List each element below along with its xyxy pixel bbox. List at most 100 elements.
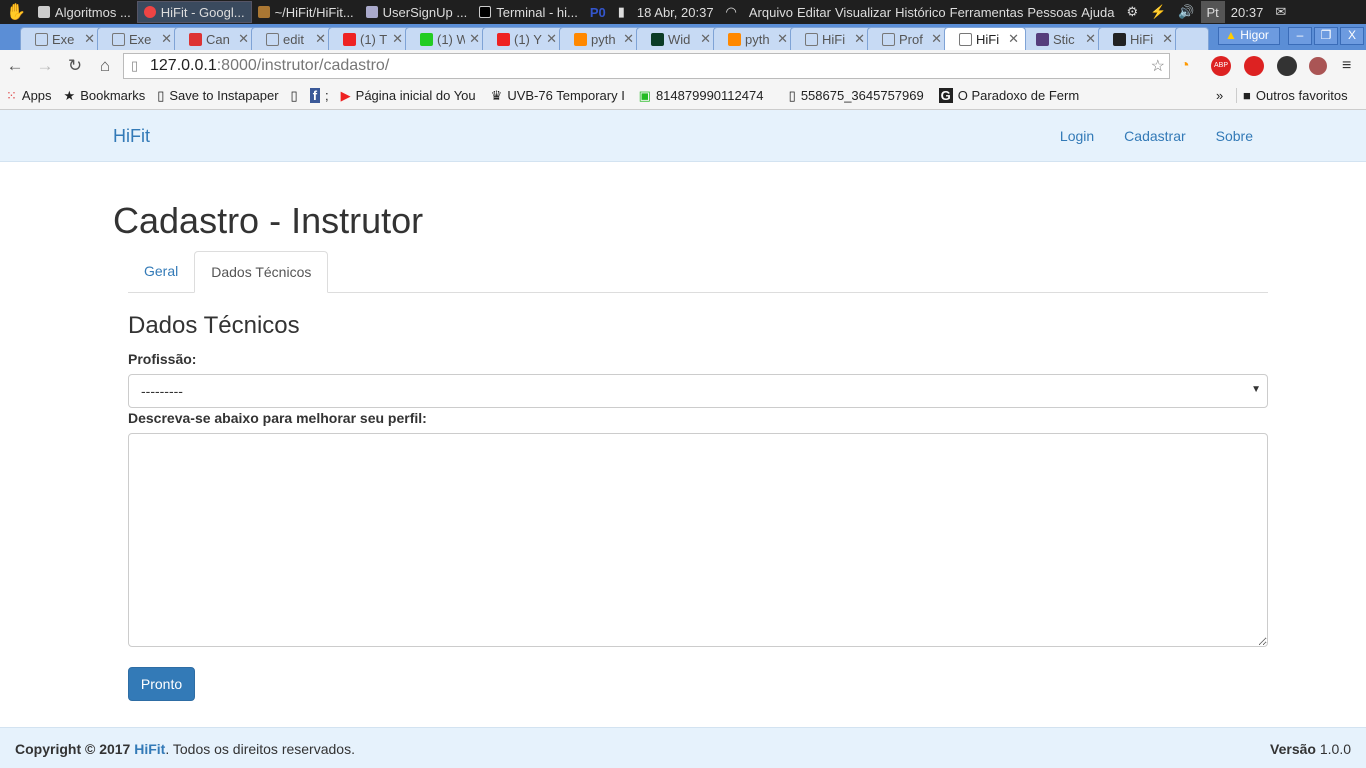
brand-link[interactable]: HiFit [113,126,150,147]
star-icon: ★ [63,87,76,103]
extension-icon[interactable] [1244,56,1264,76]
bookmark-item[interactable]: ▯ Save to Instapaper [151,88,284,104]
address-bar[interactable]: ▯ 127.0.0.1:8000/instrutor/cadastro/ ☆ [123,53,1170,79]
nav-cadastrar[interactable]: Cadastrar [1124,128,1185,144]
bookmark-apps[interactable]: ⁙ Apps [0,88,58,104]
rss-icon[interactable]: ◔ [1180,57,1190,75]
keyboard-layout[interactable]: Pt [1200,1,1225,23]
extension-icon[interactable] [1277,56,1297,76]
profile-button[interactable]: ▲ Higor [1218,27,1280,45]
datetime[interactable]: 18 Abr, 20:37 [631,1,720,23]
power-icon[interactable]: ⚡ [1144,1,1172,23]
bookmark-label: 558675_3645757969 [800,88,924,103]
browser-tab[interactable]: Exe ✕ [20,27,102,50]
nav-login[interactable]: Login [1060,128,1094,144]
browser-tab-active[interactable]: HiFi ✕ [944,27,1026,50]
browser-tab[interactable]: HiFi ✕ [1098,27,1180,50]
workspace-indicator[interactable]: P0 [584,1,612,23]
menu-arquivo[interactable]: Arquivo [749,5,793,20]
bookmark-item[interactable]: ▶ Página inicial do You [335,88,485,104]
submit-button[interactable]: Pronto [128,667,195,701]
taskbar-window[interactable]: Terminal - hi... [473,1,584,23]
profession-select[interactable]: --------- ▼ [128,374,1268,408]
close-tab-icon[interactable]: ✕ [777,31,788,47]
version-number: 1.0.0 [1319,741,1351,757]
browser-tab[interactable]: (1) W✕ [405,27,487,50]
bookmark-star-icon[interactable]: ☆ [1151,56,1165,76]
nav-sobre[interactable]: Sobre [1216,128,1253,144]
taskbar-window[interactable]: Algoritmos ... [32,1,137,23]
bookmark-item[interactable]: ▣ 814879990112474 [633,88,783,104]
browser-tab[interactable]: Stic ✕ [1021,27,1103,50]
menu-visualizar[interactable]: Visualizar [835,5,891,20]
bookmark-item[interactable]: G O Paradoxo de Ferm [933,88,1083,103]
more-bookmarks-chevron[interactable]: » [1216,88,1223,103]
new-tab-button[interactable] [1175,27,1209,50]
browser-tab[interactable]: Exe ✕ [97,27,179,50]
close-window-button[interactable]: X [1340,27,1364,45]
close-tab-icon[interactable]: ✕ [546,31,557,47]
tab-title: pyth [591,31,616,47]
bookmark-item[interactable]: ♛ UVB-76 Temporary I [485,88,633,104]
close-tab-icon[interactable]: ✕ [161,31,172,47]
menu-logo-icon[interactable]: ✋ [0,1,32,23]
bookmark-folder[interactable]: ★ Bookmarks [58,88,152,104]
adblock-icon[interactable]: ABP [1211,56,1231,76]
browser-tab[interactable]: Prof ✕ [867,27,949,50]
site-footer: Copyright © 2017 HiFit. Todos os direito… [0,727,1366,768]
description-textarea[interactable] [128,433,1268,647]
browser-tab[interactable]: HiFi ✕ [790,27,872,50]
close-tab-icon[interactable]: ✕ [700,31,711,47]
window-label: UserSignUp ... [382,4,468,20]
close-tab-icon[interactable]: ✕ [469,31,480,47]
bookmark-item[interactable]: f; [304,88,335,103]
menu-ferramentas[interactable]: Ferramentas [950,5,1024,20]
taskbar-window[interactable]: ~/HiFit/HiFit... [252,1,360,23]
browser-tab[interactable]: Can ✕ [174,27,256,50]
bookmark-item[interactable]: ▯ 558675_3645757969 [783,88,933,104]
menu-ajuda[interactable]: Ajuda [1081,5,1114,20]
bookmark-item[interactable]: ▯ [285,88,304,104]
footer-brand-link[interactable]: HiFit [134,741,165,757]
taskbar-window[interactable]: HiFit - Googl... [136,1,252,23]
browser-tab[interactable]: pyth ✕ [559,27,641,50]
close-tab-icon[interactable]: ✕ [84,31,95,47]
close-tab-icon[interactable]: ✕ [1008,31,1019,47]
github-icon [1113,32,1126,46]
close-tab-icon[interactable]: ✕ [931,31,942,47]
tab-dados-tecnicos[interactable]: Dados Técnicos [194,251,329,293]
menu-pessoas[interactable]: Pessoas [1027,5,1077,20]
browser-tab[interactable]: (1) T ✕ [328,27,410,50]
browser-tab[interactable]: Wid ✕ [636,27,718,50]
volume-icon[interactable]: 🔊 [1172,1,1200,23]
close-tab-icon[interactable]: ✕ [238,31,249,47]
window-label: Terminal - hi... [496,4,578,20]
forward-icon[interactable]: → [30,56,60,76]
close-tab-icon[interactable]: ✕ [1162,31,1173,47]
mail-icon[interactable]: ✉ [1269,1,1292,23]
close-tab-icon[interactable]: ✕ [392,31,403,47]
close-tab-icon[interactable]: ✕ [623,31,634,47]
stackoverflow-icon [728,32,741,46]
menu-historico[interactable]: Histórico [895,5,946,20]
browser-tab[interactable]: edit ✕ [251,27,333,50]
version-label: Versão [1270,741,1316,757]
browser-tab[interactable]: pyth ✕ [713,27,795,50]
menu-editar[interactable]: Editar [797,5,831,20]
tab-geral[interactable]: Geral [128,251,194,292]
close-tab-icon[interactable]: ✕ [315,31,326,47]
home-icon[interactable]: ⌂ [90,56,120,76]
close-tab-icon[interactable]: ✕ [1085,31,1096,47]
page-icon [959,32,972,46]
minimize-button[interactable]: – [1288,27,1312,45]
back-icon[interactable]: ← [0,56,30,76]
settings-icon[interactable]: ⚙ [1120,1,1144,23]
close-tab-icon[interactable]: ✕ [854,31,865,47]
browser-tab[interactable]: (1) Y ✕ [482,27,564,50]
chrome-menu-icon[interactable]: ≡ [1342,57,1351,75]
other-bookmarks[interactable]: ■ Outros favoritos [1236,88,1354,103]
maximize-button[interactable]: ❐ [1314,27,1338,45]
taskbar-window[interactable]: UserSignUp ... [360,1,474,23]
extension-icon[interactable] [1309,57,1327,75]
reload-icon[interactable]: ↻ [60,56,90,76]
